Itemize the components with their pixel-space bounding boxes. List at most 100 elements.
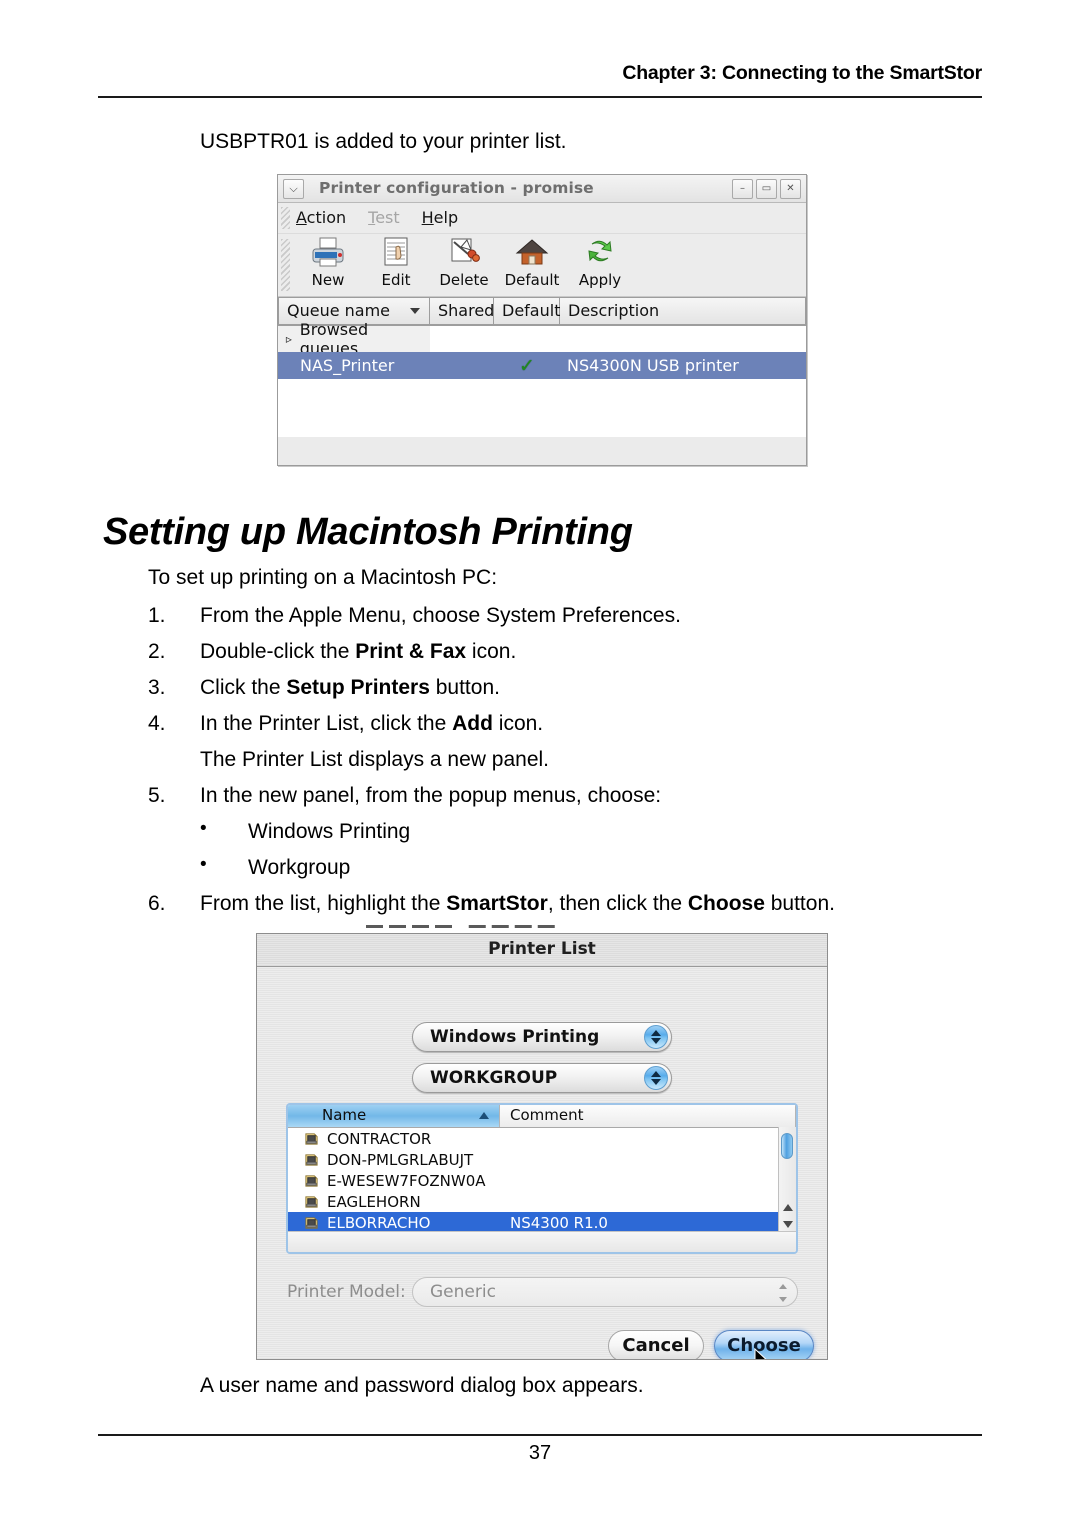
description-cell: NS4300N USB printer	[567, 356, 739, 375]
list-item-selected[interactable]: ELBORRACHO NS4300 R1.0	[288, 1212, 796, 1233]
browse-list-header[interactable]: Name Comment	[288, 1105, 796, 1128]
text-emphasis: SmartStor	[446, 892, 548, 915]
row-name-cell: E-WESEW7FOZNW0A	[288, 1172, 500, 1190]
tree-group-browsed-queues[interactable]: ▹ Browsed queues	[278, 320, 430, 358]
arrow-down-icon	[779, 1297, 787, 1302]
maximize-icon[interactable]: ▭	[756, 179, 777, 199]
column-header-shared[interactable]: Shared	[430, 297, 494, 325]
text-pre: From the list, highlight the	[200, 892, 447, 915]
chevron-down-icon[interactable]	[410, 308, 420, 314]
protocol-popup-menu[interactable]: Windows Printing	[412, 1022, 672, 1052]
printer-config-toolbar[interactable]: New Edit Delete Default Apply	[278, 234, 806, 297]
scrollbar-thumb[interactable]	[781, 1133, 793, 1159]
bullet-text: Windows Printing	[248, 820, 411, 843]
cancel-button[interactable]: Cancel	[608, 1330, 704, 1359]
mac-printer-list-window[interactable]: Printer List Windows Printing WORKGROUP …	[256, 933, 828, 1360]
printer-config-titlebar[interactable]: ⌵ Printer configuration - promise – ▭ ✕	[278, 175, 806, 203]
menu-item-help[interactable]: Help	[422, 208, 458, 227]
queue-list[interactable]: ▹ Browsed queues NAS_Printer ✓ NS4300N U…	[278, 320, 806, 437]
new-printer-button[interactable]: New	[294, 236, 362, 289]
menubar-drag-handle[interactable]	[281, 207, 290, 229]
workgroup-popup-value: WORKGROUP	[430, 1068, 558, 1088]
default-printer-button[interactable]: Default	[498, 236, 566, 289]
text-post: button.	[764, 892, 835, 915]
list-number: 5.	[148, 784, 166, 807]
column-header-description[interactable]: Description	[560, 297, 806, 325]
scroll-down-arrow-icon[interactable]	[783, 1221, 793, 1228]
list-item: 4. In the Printer List, click the Add ic…	[148, 712, 978, 748]
printer-model-label: Printer Model:	[287, 1282, 406, 1302]
printer-model-popup[interactable]: Generic	[412, 1277, 798, 1307]
toolbar-drag-handle[interactable]	[281, 239, 290, 291]
printer-new-icon	[294, 236, 362, 270]
row-name-cell: DON-PMLGRLABUJT	[288, 1151, 500, 1169]
browse-list-scrollbar[interactable]	[778, 1127, 796, 1233]
browse-list-rows[interactable]: CONTRACTOR DON-PMLGRLABUJT E-WESEW7FOZNW…	[288, 1128, 796, 1234]
mac-window-title: Printer List	[488, 939, 596, 959]
list-text: In the new panel, from the popup menus, …	[200, 784, 662, 807]
popup-stepper-arrows-icon[interactable]	[779, 1284, 788, 1302]
list-item[interactable]: DON-PMLGRLABUJT	[288, 1149, 796, 1170]
menu-item-action[interactable]: Action	[296, 208, 346, 227]
row-comment-cell: NS4300 R1.0	[510, 1213, 608, 1232]
arrow-up-icon	[779, 1284, 787, 1289]
sort-ascending-icon[interactable]	[479, 1112, 489, 1119]
column-header-name[interactable]: Name	[288, 1105, 500, 1127]
window-menu-icon[interactable]: ⌵	[283, 179, 304, 199]
row-name-label: ELBORRACHO	[327, 1213, 431, 1232]
list-item: 2. Double-click the Print & Fax icon.	[148, 640, 978, 676]
toolbar-label-default: Default	[504, 271, 560, 289]
text-pre: Click the	[200, 676, 287, 699]
list-item: 5. In the new panel, from the popup menu…	[148, 784, 978, 820]
list-text: From the list, highlight the SmartStor, …	[200, 892, 835, 916]
list-number: 1.	[148, 604, 166, 627]
column-header-comment[interactable]: Comment	[500, 1105, 796, 1127]
popup-stepper-arrows-icon[interactable]	[644, 1025, 668, 1049]
edit-printer-button[interactable]: Edit	[362, 236, 430, 289]
text-post: icon.	[466, 640, 517, 663]
bullet-marker: •	[200, 854, 207, 875]
list-item[interactable]: E-WESEW7FOZNW0A	[288, 1170, 796, 1191]
mac-window-body: Windows Printing WORKGROUP Name Comment	[257, 967, 827, 1359]
lead-text: To set up printing on a Macintosh PC:	[148, 566, 498, 589]
popup-stepper-arrows-icon[interactable]	[644, 1066, 668, 1090]
minimize-icon[interactable]: –	[732, 179, 753, 199]
computer-icon	[305, 1196, 318, 1208]
mouse-cursor-icon	[754, 1348, 767, 1359]
text-emphasis: Choose	[687, 892, 765, 915]
workgroup-popup-menu[interactable]: WORKGROUP	[412, 1063, 672, 1093]
column-header-default[interactable]: Default	[494, 297, 560, 325]
arrow-up-icon	[651, 1071, 661, 1077]
list-item[interactable]: CONTRACTOR	[288, 1128, 796, 1149]
table-row[interactable]: NAS_Printer ✓ NS4300N USB printer	[278, 352, 806, 379]
list-text: In the Printer List, click the Add icon.	[200, 712, 543, 736]
page-title: Setting up Macintosh Printing	[103, 511, 633, 553]
list-item[interactable]: EAGLEHORN	[288, 1191, 796, 1212]
text-pre: Double-click the	[200, 640, 356, 663]
text-pre: In the Printer List, click the	[200, 712, 453, 735]
checkmark-icon: ✓	[519, 354, 535, 377]
list-text: Click the Setup Printers button.	[200, 676, 500, 700]
text-mid: , then click the	[547, 892, 688, 915]
apply-button[interactable]: Apply	[566, 236, 634, 289]
menu-item-test[interactable]: Test	[368, 208, 400, 227]
column-label-name: Name	[322, 1106, 367, 1124]
printer-config-menubar[interactable]: Action Test Help	[278, 203, 806, 234]
list-number: 2.	[148, 640, 166, 663]
list-item-continuation: The Printer List displays a new panel.	[148, 748, 978, 784]
list-item: 3. Click the Setup Printers button.	[148, 676, 978, 712]
text-post: button.	[429, 676, 500, 699]
list-text: Double-click the Print & Fax icon.	[200, 640, 516, 664]
toolbar-label-delete: Delete	[439, 271, 489, 289]
close-icon[interactable]: ✕	[780, 179, 801, 199]
printer-configuration-window[interactable]: ⌵ Printer configuration - promise – ▭ ✕ …	[277, 174, 807, 466]
expand-triangle-icon[interactable]: ▹	[278, 332, 300, 346]
printer-browse-list[interactable]: Name Comment CONTRACTOR DON-PMLGRLABUJT …	[286, 1103, 798, 1254]
text-emphasis: Setup Printers	[286, 676, 430, 699]
delete-printer-button[interactable]: Delete	[430, 236, 498, 289]
page-number: 37	[528, 1442, 552, 1464]
scroll-up-arrow-icon[interactable]	[783, 1204, 793, 1211]
window-controls[interactable]: – ▭ ✕	[732, 179, 801, 199]
mac-titlebar[interactable]: Printer List	[257, 934, 827, 967]
bullet-item: • Workgroup	[148, 854, 978, 892]
